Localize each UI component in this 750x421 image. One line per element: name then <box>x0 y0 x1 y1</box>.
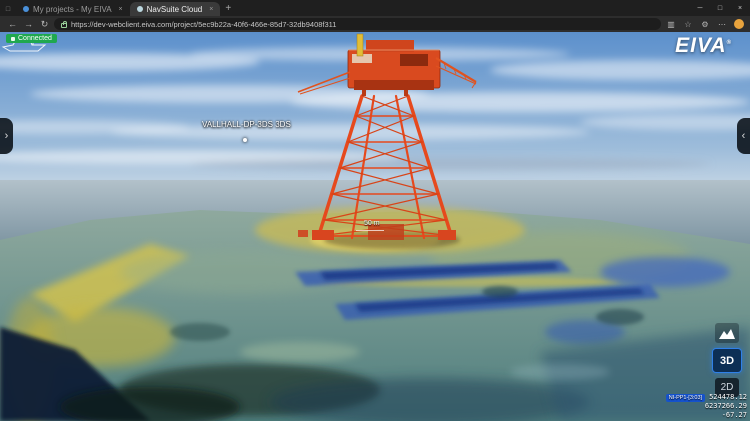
platform-annotation-label[interactable]: VALLHALL-DP-3DS 3DS <box>202 120 291 129</box>
back-icon[interactable]: ← <box>6 19 19 29</box>
window-controls: ─ □ × <box>690 0 750 16</box>
scale-label: 50 m <box>364 220 380 227</box>
eiva-logo: EIVA® <box>675 34 732 58</box>
nav-source-badge: NI-PP1-[3:03] <box>666 394 705 402</box>
settings-gear-icon[interactable]: ⚙ <box>698 20 712 29</box>
position-readout: NI-PP1-[3:03] 524478.12 6237266.29 -67.2… <box>666 393 747 420</box>
area-chart-icon <box>719 327 735 339</box>
tab-title: My projects - My EIVA <box>33 5 112 14</box>
coordinate-easting: 524478.12 <box>709 393 747 402</box>
tab-close-icon[interactable]: × <box>119 6 123 13</box>
tab-layout-icon[interactable]: □ <box>0 6 16 16</box>
browser-window: □ My projects - My EIVA × NavSuite Cloud… <box>0 0 750 421</box>
maximize-button[interactable]: □ <box>710 0 730 16</box>
favorites-icon[interactable]: ☆ <box>681 20 695 29</box>
tab-navsuite-cloud[interactable]: NavSuite Cloud × <box>130 2 221 16</box>
minimize-button[interactable]: ─ <box>690 0 710 16</box>
split-screen-icon[interactable]: ▥ <box>664 20 678 29</box>
profile-avatar[interactable] <box>734 19 744 29</box>
navsuite-viewer: Connected EIVA® VALLHALL-DP-3DS 3DS 50 m… <box>0 32 750 421</box>
more-menu-icon[interactable]: ⋯ <box>715 20 729 29</box>
tab-my-projects[interactable]: My projects - My EIVA × <box>16 2 130 16</box>
url-text: https://dev-webclient.eiva.com/project/5… <box>71 20 336 29</box>
coordinate-depth: -67.27 <box>666 411 747 420</box>
forward-icon[interactable]: → <box>22 19 35 29</box>
new-tab-button[interactable]: + <box>220 3 236 16</box>
connected-icon <box>11 37 15 41</box>
tab-strip: □ My projects - My EIVA × NavSuite Cloud… <box>0 0 750 16</box>
right-panel-toggle[interactable]: ‹ <box>737 118 750 154</box>
refresh-icon[interactable]: ↻ <box>38 19 51 30</box>
left-panel-toggle[interactable]: › <box>0 118 13 154</box>
annotation-pin-icon[interactable] <box>243 138 247 142</box>
coordinate-northing: 6237266.29 <box>666 402 747 411</box>
lock-icon <box>61 23 67 28</box>
connection-status-text: Connected <box>18 35 52 42</box>
browser-toolbar: ← → ↻ https://dev-webclient.eiva.com/pro… <box>0 16 750 32</box>
tab-title: NavSuite Cloud <box>147 5 203 14</box>
tab-favicon <box>137 6 143 12</box>
tab-close-icon[interactable]: × <box>209 6 213 13</box>
elevation-profile-button[interactable] <box>715 323 739 343</box>
scale-bar <box>356 230 384 231</box>
address-bar[interactable]: https://dev-webclient.eiva.com/project/5… <box>54 18 661 30</box>
view-3d-button[interactable]: 3D <box>712 348 742 373</box>
close-button[interactable]: × <box>730 0 750 16</box>
registered-mark: ® <box>727 40 732 46</box>
eiva-logo-text: EIVA <box>675 34 726 57</box>
tab-favicon <box>23 6 29 12</box>
connection-status-badge: Connected <box>6 34 57 43</box>
